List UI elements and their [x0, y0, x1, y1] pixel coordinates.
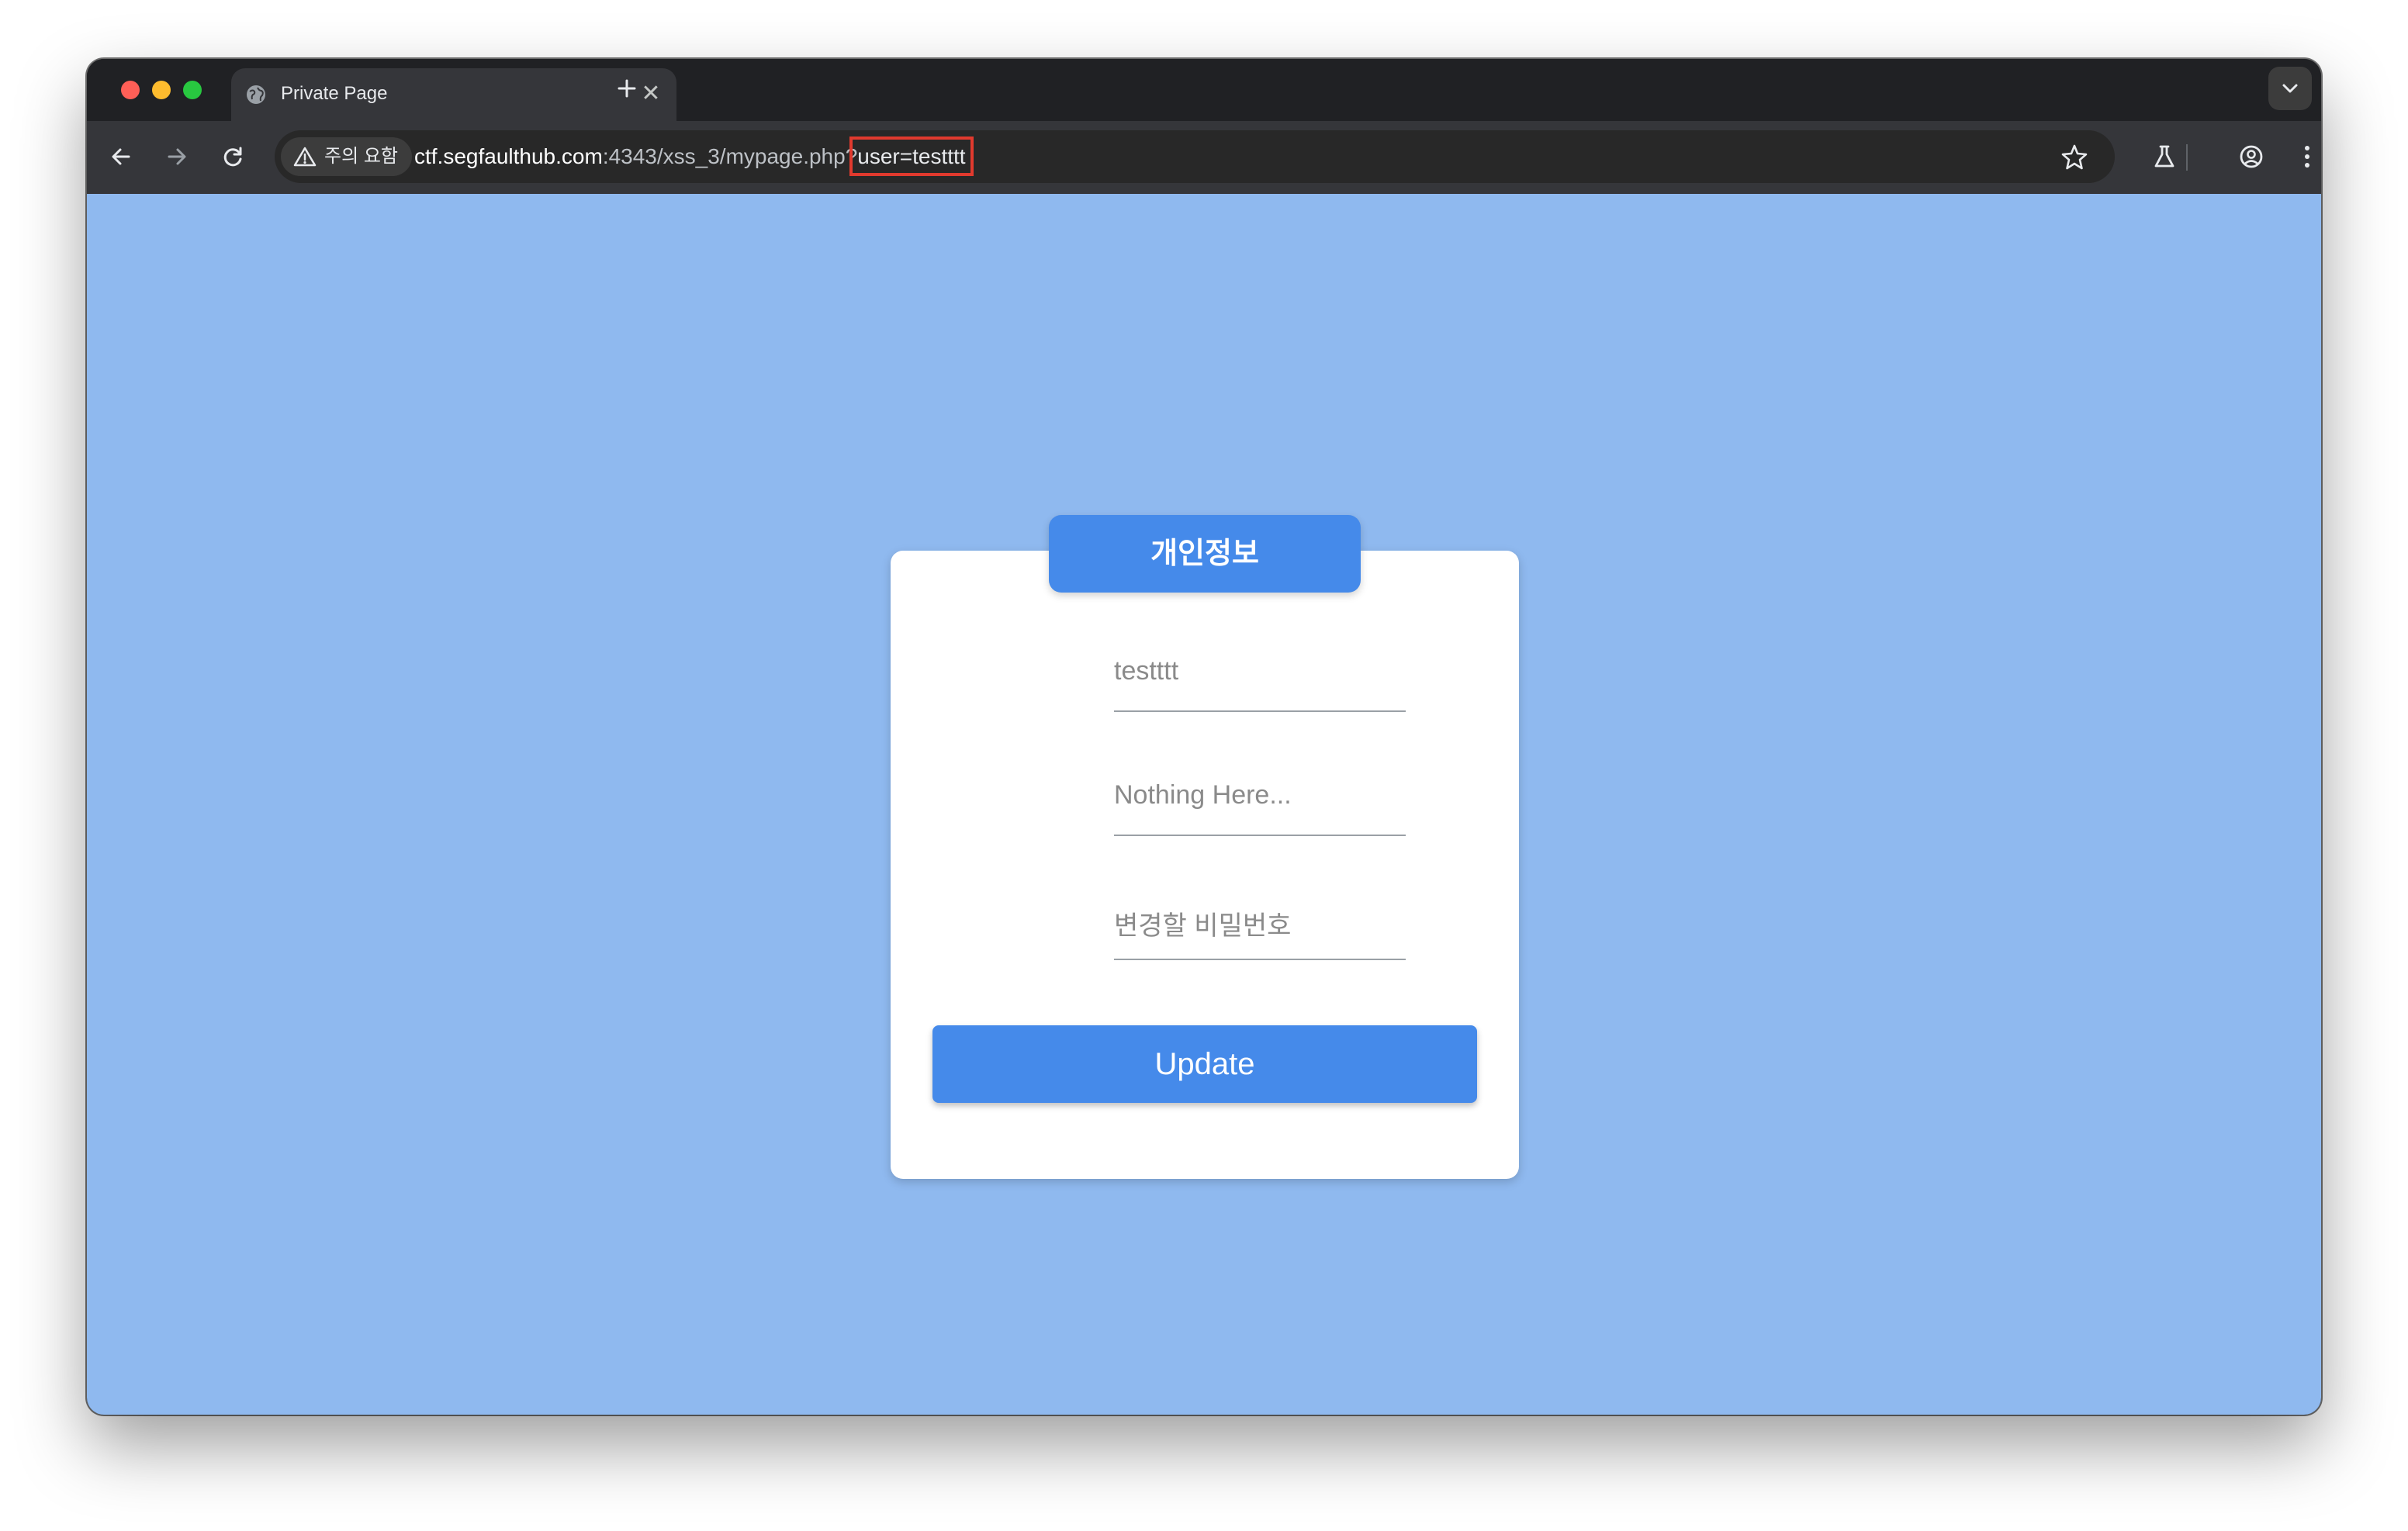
tab-search-button[interactable] [2268, 67, 2312, 110]
url-host: ctf.segfaulthub.com [414, 144, 603, 168]
arrow-left-icon[interactable] [101, 137, 141, 177]
address-bar[interactable]: 주의 요함 ctf.segfaulthub.com:4343/xss_3/myp… [275, 130, 2115, 183]
page-content: 개인정보 testttt Nothing Here... 변경할 비밀번호 Up… [87, 194, 2321, 1415]
maximize-window-button[interactable] [183, 81, 202, 99]
url-query-highlight: user=testttt [849, 137, 974, 176]
minimize-window-button[interactable] [152, 81, 171, 99]
info-field[interactable]: Nothing Here... [1114, 769, 1406, 836]
username-field[interactable]: testttt [1114, 645, 1406, 712]
plus-icon[interactable] [607, 68, 647, 109]
toolbar-separator [2186, 144, 2188, 171]
star-icon[interactable] [2054, 137, 2095, 177]
username-value: testttt [1114, 656, 1179, 686]
chevron-down-icon [2282, 84, 2298, 93]
warning-triangle-icon [293, 147, 317, 167]
info-placeholder: Nothing Here... [1114, 780, 1292, 810]
new-password-field[interactable]: 변경할 비밀번호 [1114, 893, 1406, 960]
tab-strip: Private Page ✕ [87, 59, 2321, 121]
browser-toolbar: 주의 요함 ctf.segfaulthub.com:4343/xss_3/myp… [87, 121, 2321, 194]
password-placeholder: 변경할 비밀번호 [1114, 911, 1292, 941]
card-header-title: 개인정보 [1049, 515, 1361, 593]
profile-icon[interactable] [2231, 137, 2271, 177]
security-warning-chip[interactable]: 주의 요함 [281, 137, 412, 176]
reload-icon[interactable] [213, 137, 253, 177]
browser-window: Private Page ✕ 주의 요함 ctf.segfaulthub.com… [87, 59, 2321, 1415]
more-vert-icon[interactable] [2287, 137, 2321, 177]
update-button[interactable]: Update [932, 1025, 1477, 1103]
tab-title: Private Page [281, 83, 388, 104]
arrow-right-icon[interactable] [157, 137, 197, 177]
url-text[interactable]: ctf.segfaulthub.com:4343/xss_3/mypage.ph… [414, 137, 974, 176]
security-chip-label: 주의 요함 [324, 146, 398, 167]
labs-flask-icon[interactable] [2144, 137, 2185, 177]
url-path: :4343/xss_3/mypage.php? [602, 144, 858, 168]
globe-icon [247, 85, 265, 104]
close-window-button[interactable] [121, 81, 140, 99]
